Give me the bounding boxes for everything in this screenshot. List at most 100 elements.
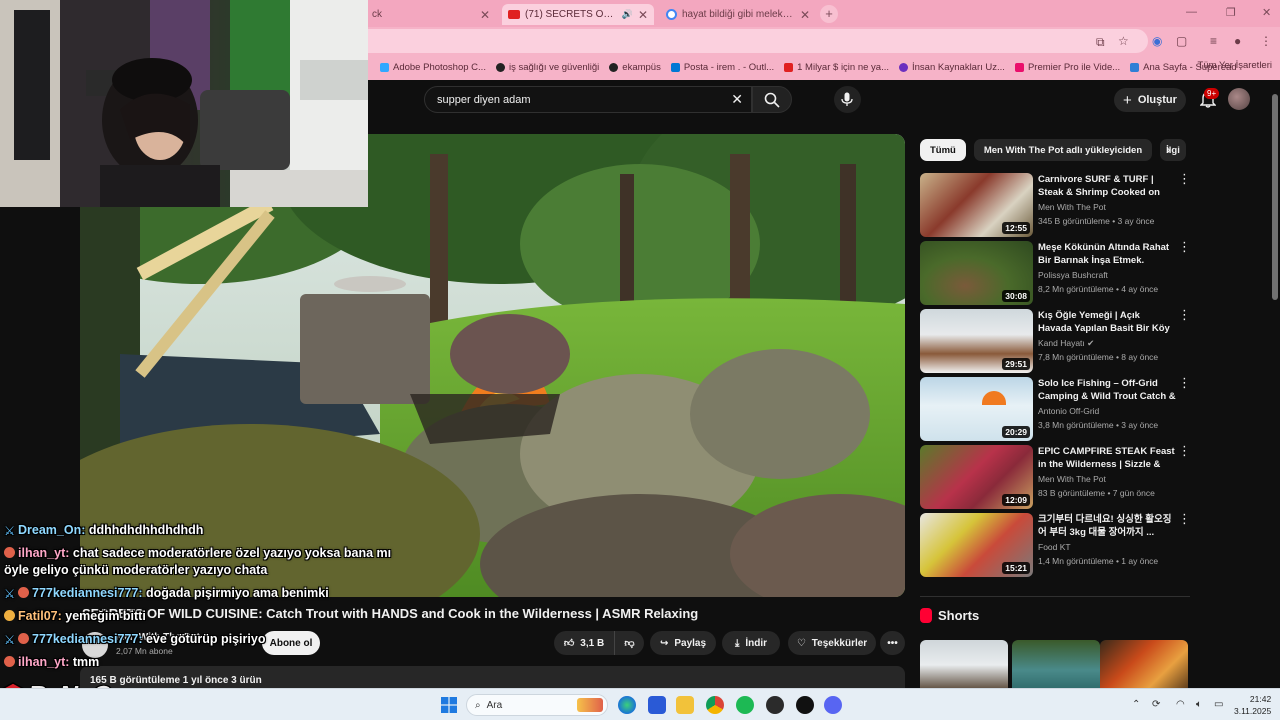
duration-badge: 12:55 [1002,222,1030,234]
recommendation-item[interactable]: 12:09 EPIC CAMPFIRE STEAK Feast in the W… [920,444,1191,509]
windows-start-icon[interactable] [441,697,457,713]
obs-icon[interactable] [766,696,784,714]
voice-search-button[interactable] [834,86,861,113]
tab-first[interactable]: ck ✕ [366,4,496,25]
video-thumbnail[interactable]: 20:29 [920,377,1033,441]
chrome-icon[interactable] [706,696,724,714]
speaker-icon[interactable]: 🔊 [622,9,633,20]
download-icon: ⤓ [734,637,740,649]
recommendation-item[interactable]: 12:55 Carnivore SURF & TURF | Steak & Sh… [920,172,1191,237]
kebab-menu-icon[interactable]: ⋮ [1178,240,1191,253]
recommendation-channel[interactable]: Polissya Bushcraft [1038,270,1108,280]
taskbar-search[interactable]: ⌕ Ara [466,694,608,716]
store-icon[interactable] [648,696,666,714]
chip-related[interactable]: İlgi [1160,139,1187,161]
recommendation-channel[interactable]: Kand Hayatı ✔ [1038,338,1094,349]
recommendation-channel[interactable]: Men With The Pot [1038,202,1106,212]
dislike-button[interactable]: 👎︎ [614,631,644,655]
chat-message: ilhan_yt: chat sadece moderatörlere özel… [4,546,391,560]
share-button[interactable]: ↪ Paylaş [650,631,716,655]
bookmark-item[interactable]: ekampüs [605,62,665,73]
kebab-menu-icon[interactable]: ⋮ [1260,34,1272,48]
minimize-icon[interactable]: — [1186,6,1197,18]
thanks-button[interactable]: ♡ Teşekkürler [788,631,876,655]
video-thumbnail[interactable]: 15:21 [920,513,1033,577]
wifi-icon[interactable]: ◠ [1176,699,1185,710]
bookmark-star-icon[interactable]: ☆ [1118,34,1129,48]
recommendation-item[interactable]: 30:08 Meşe Kökünün Altında Rahat Bir Bar… [920,240,1191,305]
scrollbar-thumb[interactable] [1272,94,1278,300]
recommendation-channel[interactable]: Antonio Off-Grid [1038,406,1099,416]
kebab-menu-icon[interactable]: ⋮ [1178,376,1191,389]
media-app-icon[interactable] [796,696,814,714]
recommendation-channel[interactable]: Food KT [1038,542,1071,552]
tab-active-video[interactable]: (71) SECRETS OF WILD CU 🔊 ✕ [502,4,654,25]
chevron-right-icon[interactable]: › [1166,141,1171,157]
profile-icon[interactable]: ● [1234,34,1241,48]
puzzle-icon[interactable]: ▢ [1176,34,1187,48]
account-avatar[interactable] [1228,88,1250,110]
edge-icon[interactable] [618,696,636,714]
search-input[interactable] [435,92,715,107]
youtube-icon [784,62,794,72]
all-bookmarks-button[interactable]: Tüm Yer İşaretleri [1198,60,1272,71]
share-label: Paylaş [674,637,707,649]
browser-toolbar [368,27,1280,56]
video-thumbnail[interactable]: 12:09 [920,445,1033,509]
clear-icon[interactable]: ✕ [731,91,743,108]
volume-icon[interactable]: 🔈︎ [1196,699,1202,710]
close-icon[interactable]: ✕ [800,8,810,22]
shorts-header: Shorts [920,608,979,623]
chat-message: ⚔ 777kediannesi777: eve götürüp pişiriyo [4,632,265,647]
close-icon[interactable]: ✕ [638,8,648,22]
kebab-menu-icon[interactable]: ⋮ [1178,308,1191,321]
bookmark-item[interactable]: Adobe Photoshop C... [376,62,490,73]
video-thumbnail[interactable]: 29:51 [920,309,1033,373]
install-app-icon[interactable]: ⧉ [1096,35,1105,50]
like-button[interactable]: 👍︎ 3,1 B [554,631,614,655]
close-window-icon[interactable]: ✕ [1262,6,1271,19]
bookmark-item[interactable]: Premier Pro ile Vide... [1011,62,1124,73]
address-bar[interactable] [368,29,1148,53]
new-tab-button[interactable]: + [820,5,838,23]
battery-icon[interactable]: ▭ [1214,699,1223,710]
sync-icon[interactable]: ⟳ [1152,699,1160,710]
bookmark-item[interactable]: Posta - irem . - Outl... [667,62,778,73]
recommendation-item[interactable]: 20:29 Solo Ice Fishing – Off-Grid Campin… [920,376,1191,441]
bookmark-item[interactable]: İnsan Kaynakları Uz... [895,62,1009,73]
chip-from-uploader[interactable]: Men With The Pot adlı yükleyiciden [973,139,1153,161]
short-thumbnail[interactable] [1100,640,1188,690]
kebab-menu-icon[interactable]: ⋮ [1178,512,1191,525]
maximize-icon[interactable]: ❐ [1226,6,1236,19]
recommendation-item[interactable]: 15:21 크기부터 다르네요! 싱싱한 활오징어 부터 3kg 대물 장어까지… [920,512,1191,577]
create-button[interactable]: + Oluştur [1114,88,1186,112]
short-thumbnail[interactable] [1012,640,1100,690]
file-explorer-icon[interactable] [676,696,694,714]
short-thumbnail[interactable] [920,640,1008,690]
recommendation-channel[interactable]: Men With The Pot [1038,474,1106,484]
chat-message: öyle geliyo çünkü moderatörler yazıyo ch… [4,563,267,577]
chip-all[interactable]: Tümü [920,139,966,161]
extension-icon[interactable]: ◉ [1152,34,1162,48]
tab-google-search[interactable]: hayat bildiği gibi melek - Goog ✕ [660,4,816,25]
close-icon[interactable]: ✕ [480,8,490,22]
spotify-icon[interactable] [736,696,754,714]
chevron-up-icon[interactable]: ⌃ [1132,699,1140,710]
search-box[interactable]: ✕ [424,86,752,113]
kebab-menu-icon[interactable]: ⋮ [1178,172,1191,185]
download-button[interactable]: ⤓ İndir [722,631,780,655]
recommendation-item[interactable]: 29:51 Kış Öğle Yemeği | Açık Havada Yapı… [920,308,1191,373]
subscribe-button[interactable]: Abone ol [262,631,320,655]
video-thumbnail[interactable]: 12:55 [920,173,1033,237]
clock-time: 21:42 [1249,694,1272,704]
video-thumbnail[interactable]: 30:08 [920,241,1033,305]
kebab-menu-icon[interactable]: ⋮ [1178,444,1191,457]
discord-icon[interactable] [824,696,842,714]
chat-message: ⚔ Dream_On: ddhhdhdhhdhdhdh [4,523,203,538]
media-control-icon[interactable]: ≡ [1210,34,1217,48]
system-clock[interactable]: 21:42 3.11.2025 [1234,693,1271,717]
bookmark-item[interactable]: 1 Milyar $ için ne ya... [780,62,893,73]
more-actions-button[interactable]: ••• [880,631,905,655]
search-button[interactable] [752,86,792,113]
bookmark-item[interactable]: iş sağlığı ve güvenliği [492,62,603,73]
